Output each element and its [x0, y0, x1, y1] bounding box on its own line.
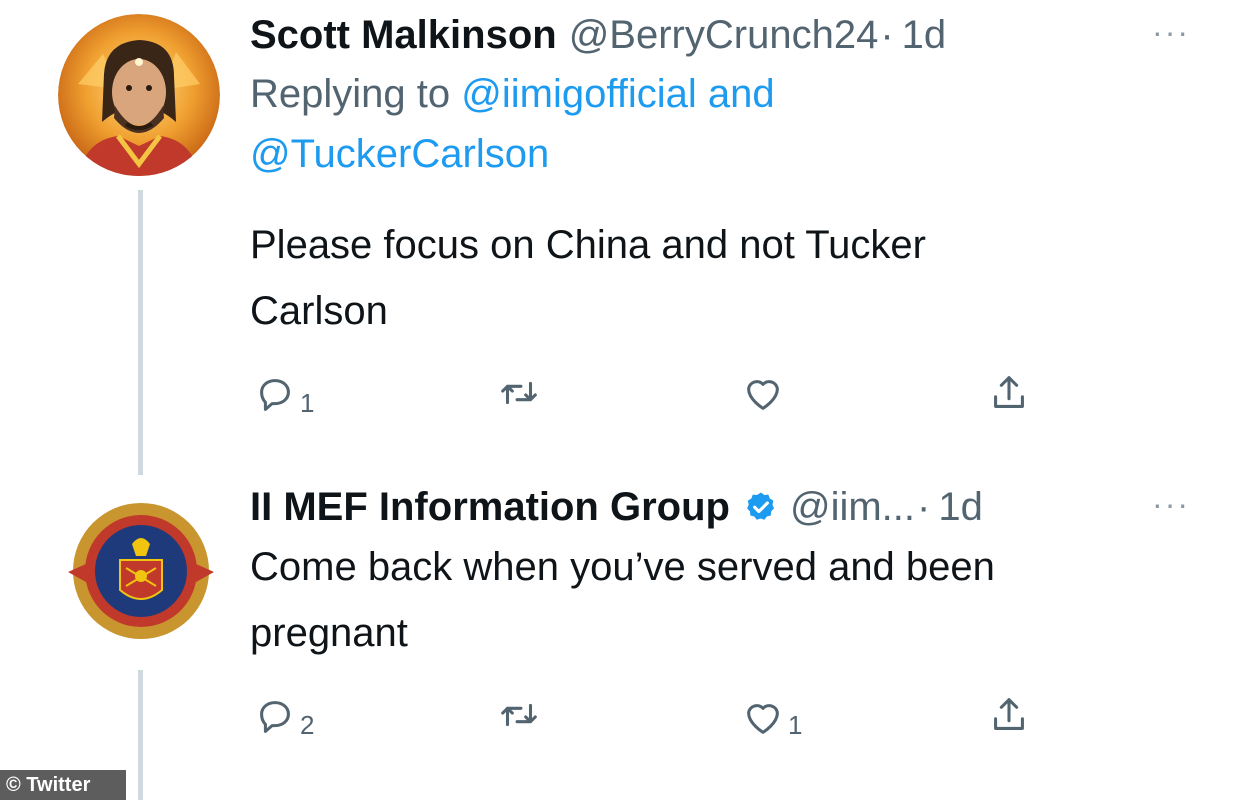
tweet-text-line: Please focus on China and not Tucker	[250, 223, 926, 267]
thread-connector-line	[138, 190, 143, 475]
replying-to: Replying to @iimigofficial and @TuckerCa…	[250, 64, 1196, 184]
tweet-scott-malkinson[interactable]: Scott Malkinson @BerryCrunch24 · 1d ··· …	[0, 0, 1252, 475]
thread-connector-line	[138, 670, 143, 800]
tweet-header: Scott Malkinson @BerryCrunch24 · 1d	[250, 8, 1196, 62]
retweet-icon	[501, 703, 537, 727]
tweet-text-line: pregnant	[250, 611, 408, 655]
reply-button[interactable]: 1	[252, 370, 314, 419]
more-options-icon[interactable]: ···	[1152, 16, 1190, 48]
tweet-header: II MEF Information Group @iim... · 1d	[250, 480, 1196, 534]
heart-icon	[747, 703, 779, 734]
share-button[interactable]	[986, 692, 1032, 738]
reply-button[interactable]: 2	[252, 692, 314, 741]
tweet-text-line: Come back when you’ve served and been	[250, 545, 995, 589]
author-name[interactable]: Scott Malkinson	[250, 8, 557, 62]
tweet-ii-mef-information-group[interactable]: II MEF Information Group @iim... · 1d ··…	[0, 470, 1252, 800]
heart-icon	[747, 380, 779, 410]
tweet-text: Come back when you’ve served and been pr…	[250, 534, 1196, 666]
like-button[interactable]: 1	[740, 692, 802, 741]
more-options-icon[interactable]: ···	[1152, 488, 1190, 520]
like-count: 1	[788, 710, 803, 740]
mention-link-iimigofficial[interactable]: @iimigofficial	[461, 72, 697, 116]
author-name[interactable]: II MEF Information Group	[250, 480, 730, 534]
author-handle[interactable]: @BerryCrunch24	[569, 8, 879, 62]
portrait-avatar-icon	[58, 14, 220, 176]
tweet-text: Please focus on China and not Tucker Car…	[250, 212, 1196, 344]
image-credit: © Twitter	[0, 770, 126, 800]
share-icon	[994, 376, 1024, 408]
reply-icon	[260, 700, 290, 733]
tweet-timestamp[interactable]: 1d	[938, 480, 983, 534]
retweet-button[interactable]	[496, 370, 544, 416]
tweet-timestamp[interactable]: 1d	[902, 8, 947, 62]
action-bar: 2 1	[250, 692, 1196, 756]
reply-count: 1	[300, 388, 315, 418]
reply-count: 2	[300, 710, 315, 740]
share-icon	[994, 698, 1024, 730]
avatar[interactable]	[60, 490, 222, 652]
unit-emblem-avatar-icon	[60, 490, 222, 652]
author-handle[interactable]: @iim...	[790, 480, 915, 534]
replying-prefix: Replying to	[250, 72, 451, 116]
twitter-thread: Scott Malkinson @BerryCrunch24 · 1d ··· …	[0, 0, 1252, 800]
reply-icon	[260, 378, 290, 411]
tweet-content: II MEF Information Group @iim... · 1d ··…	[250, 480, 1196, 756]
replying-and: and	[707, 72, 775, 116]
tweet-text-line: Carlson	[250, 289, 388, 333]
retweet-icon	[501, 381, 537, 405]
avatar[interactable]	[58, 14, 220, 176]
separator-dot: ·	[917, 485, 931, 529]
action-bar: 1	[250, 370, 1196, 434]
mention-link-tuckercarlson[interactable]: @TuckerCarlson	[250, 132, 549, 176]
verified-badge-icon	[747, 492, 775, 520]
share-button[interactable]	[986, 370, 1032, 416]
retweet-button[interactable]	[496, 692, 544, 738]
tweet-content: Scott Malkinson @BerryCrunch24 · 1d ··· …	[250, 8, 1196, 434]
like-button[interactable]	[740, 370, 788, 416]
separator-dot: ·	[880, 13, 894, 57]
